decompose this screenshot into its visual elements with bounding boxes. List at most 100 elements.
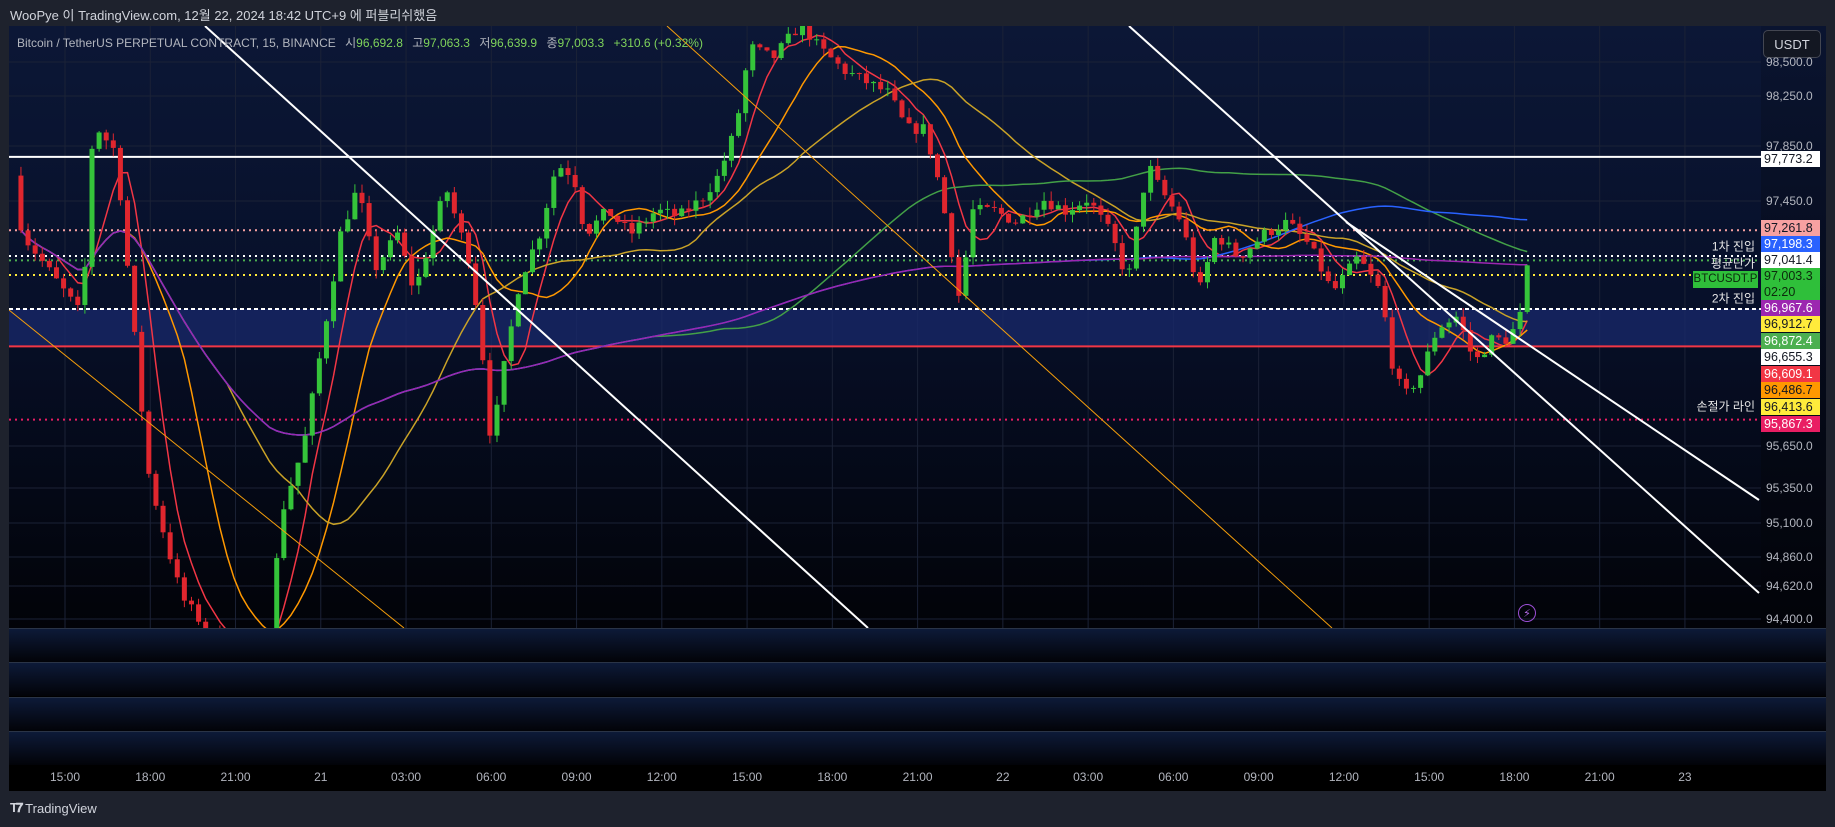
candle-body: [323, 321, 329, 359]
candle-body: [494, 404, 500, 436]
candle-body: [1396, 368, 1402, 379]
candle-body: [913, 123, 919, 134]
candle-body: [188, 600, 194, 605]
candle-body: [764, 47, 770, 51]
candle-body: [700, 200, 706, 202]
candle-body: [586, 224, 592, 234]
moving-average-line: [20, 167, 1528, 436]
candle-body: [821, 39, 827, 49]
stop-loss-label: 손절가 라인: [1696, 399, 1755, 414]
candle-body: [828, 48, 834, 58]
candle-body: [132, 265, 138, 332]
time-label: 18:00: [135, 770, 166, 784]
candle-body: [551, 176, 557, 208]
indicator-pane-3[interactable]: [9, 697, 1826, 731]
indicator-pane-1[interactable]: [9, 628, 1826, 662]
price-label-text: 97,003.3: [1764, 269, 1813, 283]
price-chart[interactable]: [0, 0, 1835, 628]
candle-body: [1375, 274, 1381, 286]
candle-body: [863, 73, 869, 84]
candle-body: [1332, 281, 1338, 289]
candle-body: [288, 485, 294, 510]
candle-body: [466, 232, 472, 264]
candle-body: [458, 213, 464, 233]
candle-body: [110, 140, 116, 148]
trendline-orange-1[interactable]: [9, 309, 405, 628]
candle-body: [53, 267, 59, 279]
candle-body: [295, 462, 301, 486]
candle-body: [25, 230, 31, 246]
candle-body: [1141, 192, 1147, 227]
candle-body: [672, 208, 678, 217]
candle-body: [1112, 223, 1118, 244]
tradingview-logo[interactable]: T𝟕 TradingView: [10, 800, 97, 816]
candle-body: [899, 100, 905, 118]
open-key: 시: [345, 36, 357, 50]
candle-body: [927, 124, 933, 155]
candle-body: [160, 505, 166, 533]
candle-body: [416, 276, 422, 286]
candle-body: [338, 231, 344, 282]
candle-body: [196, 604, 202, 622]
candle-body: [721, 160, 727, 176]
candle-body: [1304, 233, 1310, 242]
candle-body: [601, 208, 607, 221]
price-label: 96,609.1: [1761, 366, 1820, 382]
candle-body: [807, 26, 813, 40]
candle-body: [203, 621, 209, 628]
currency-button[interactable]: USDT: [1763, 30, 1821, 58]
price-label: 97,003.3 02:20: [1761, 268, 1820, 300]
candle-body: [530, 249, 536, 273]
candle-body: [1524, 265, 1530, 312]
candle-body: [792, 33, 798, 36]
candle-body: [1020, 215, 1026, 224]
candle-body: [1290, 219, 1296, 224]
time-label: 21: [314, 770, 328, 784]
price-label: 96,655.3: [1761, 349, 1820, 365]
candle-body: [728, 135, 734, 161]
candle-body: [117, 147, 123, 201]
candle-body: [444, 192, 450, 202]
candle-body: [650, 213, 656, 222]
time-label: 18:00: [1499, 770, 1530, 784]
candle-body: [1027, 215, 1033, 217]
candle-body: [657, 209, 663, 214]
candle-body: [934, 154, 940, 178]
candle-body: [501, 361, 507, 405]
indicator-pane-4[interactable]: [9, 731, 1826, 765]
candle-body: [1155, 165, 1161, 180]
candle-body: [856, 73, 862, 75]
candle-body: [771, 50, 777, 59]
candle-body: [1247, 248, 1253, 258]
candle-body: [1183, 219, 1189, 238]
candle-body: [1062, 205, 1068, 215]
candle-body: [373, 236, 379, 271]
candle-body: [565, 168, 571, 176]
trendline-white-3[interactable]: [1345, 221, 1760, 501]
candle-body: [1084, 202, 1090, 206]
symbol-name[interactable]: Bitcoin / TetherUS PERPETUAL CONTRACT, 1…: [17, 36, 336, 50]
candle-body: [1190, 237, 1196, 273]
candle-body: [608, 208, 614, 216]
time-label: 09:00: [1243, 770, 1274, 784]
horizontal-lines: [9, 155, 1761, 421]
candle-body: [892, 88, 898, 101]
avg-price-label: 평균단가: [1710, 256, 1755, 271]
candle-body: [1347, 263, 1353, 276]
candle-body: [1041, 200, 1047, 210]
close-value: 97,003.3: [557, 36, 605, 50]
candle-body: [1169, 195, 1175, 207]
indicator-pane-2[interactable]: [9, 662, 1826, 696]
lightning-icon[interactable]: ⚡: [1518, 604, 1536, 622]
candle-body: [1354, 256, 1360, 264]
candle-body: [849, 73, 855, 75]
candle-body: [1268, 229, 1274, 235]
candle-body: [885, 88, 891, 90]
candle-body: [714, 175, 720, 193]
candle-body: [1503, 337, 1509, 344]
time-label: 21:00: [220, 770, 251, 784]
entry1-label: 1차 진입: [1711, 239, 1755, 254]
candle-body: [615, 215, 621, 222]
candle-body: [423, 258, 429, 277]
price-label-text: 96,872.4: [1764, 334, 1813, 348]
